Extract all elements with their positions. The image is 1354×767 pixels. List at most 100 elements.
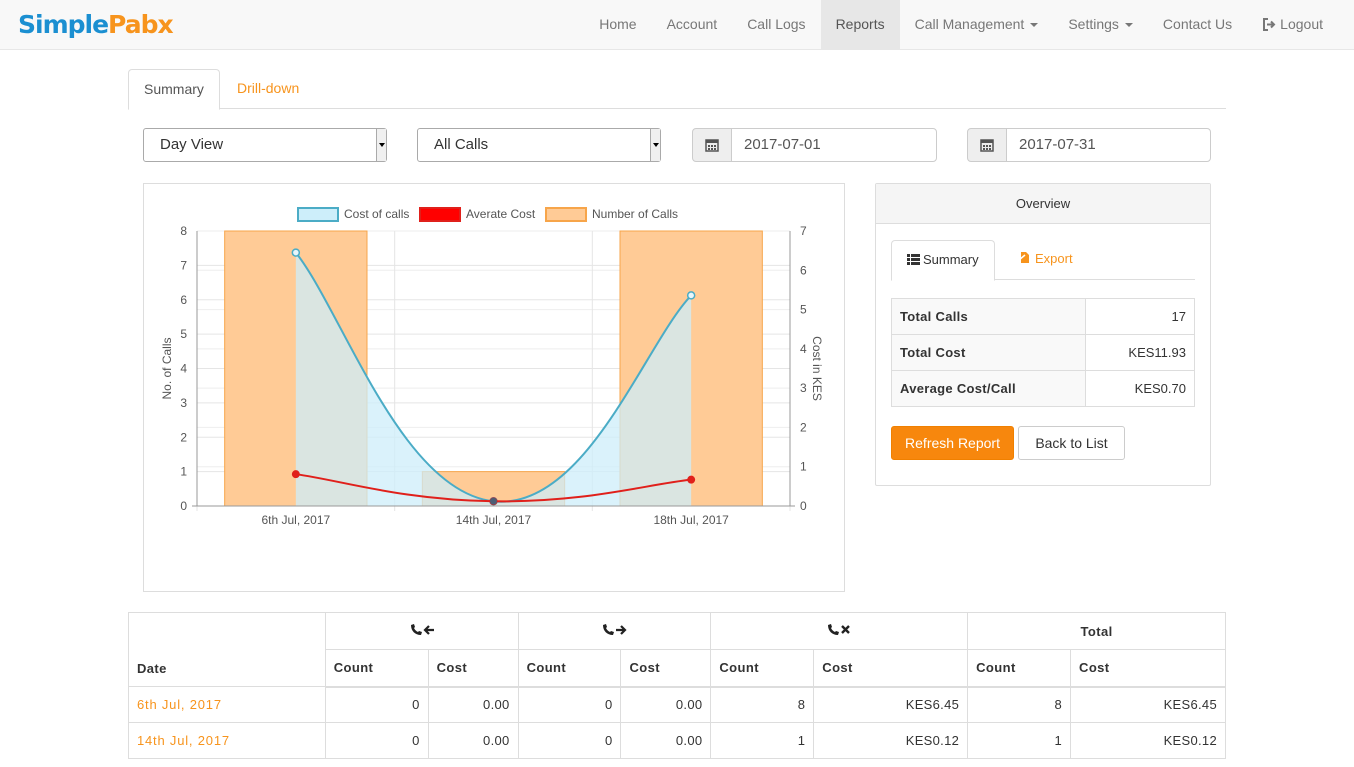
overview-panel: Overview Summary Export Total Calls 17 To… bbox=[875, 183, 1211, 486]
table-cell: 1 bbox=[967, 722, 1072, 759]
missed-call-icon bbox=[828, 623, 851, 635]
table-cell: 0.00 bbox=[620, 722, 712, 759]
tab-drilldown[interactable]: Drill-down bbox=[222, 69, 314, 109]
count-header: Count bbox=[710, 649, 815, 688]
count-header: Count bbox=[517, 649, 622, 688]
y2-axis-label: Cost in KES bbox=[810, 336, 824, 401]
date-to-picker-button[interactable] bbox=[967, 128, 1007, 162]
cost-header: Cost bbox=[620, 649, 712, 688]
table-cell: 0.00 bbox=[427, 722, 519, 759]
nav-settings[interactable]: Settings bbox=[1053, 0, 1148, 49]
legend-swatch bbox=[545, 207, 587, 222]
point-average-cost bbox=[291, 470, 300, 479]
view-select-value: Day View bbox=[160, 136, 224, 153]
total-header: Total bbox=[967, 612, 1226, 650]
tab-summary[interactable]: Summary bbox=[128, 69, 220, 110]
date-from-input[interactable]: 2017-07-01 bbox=[731, 128, 937, 162]
y-tick-label: 7 bbox=[180, 258, 187, 272]
y-tick-label: 0 bbox=[180, 499, 187, 513]
table-cell: KES0.12 bbox=[813, 722, 969, 759]
list-icon bbox=[907, 254, 920, 265]
y-axis-label: No. of Calls bbox=[160, 337, 174, 399]
cost-header: Cost bbox=[427, 649, 519, 688]
table-cell: 0 bbox=[517, 686, 622, 723]
calendar-icon bbox=[980, 139, 994, 152]
overview-row: Total Calls 17 bbox=[891, 298, 1195, 335]
table-cell: 8 bbox=[967, 686, 1072, 723]
date-from-picker-button[interactable] bbox=[692, 128, 732, 162]
overview-label: Average Cost/Call bbox=[891, 370, 1086, 407]
table-cell: 0 bbox=[517, 722, 622, 759]
date-link[interactable]: 6th Jul, 2017 bbox=[128, 686, 326, 723]
y2-tick-label: 6 bbox=[800, 263, 807, 277]
select-arrow-icon bbox=[376, 129, 386, 161]
outgoing-calls-header bbox=[517, 612, 712, 650]
brand-part-1: Simple bbox=[18, 10, 109, 39]
calendar-icon bbox=[705, 139, 719, 152]
y-tick-label: 3 bbox=[180, 396, 187, 410]
overview-row: Average Cost/Call KES0.70 bbox=[891, 370, 1195, 407]
report-table: Date Total Count Cost Count Cost Count C… bbox=[128, 612, 1226, 759]
export-icon bbox=[1018, 252, 1029, 263]
date-link[interactable]: 14th Jul, 2017 bbox=[128, 722, 326, 759]
y-tick-label: 5 bbox=[180, 327, 187, 341]
y-tick-label: 1 bbox=[180, 465, 187, 479]
legend-label: Number of Calls bbox=[592, 207, 678, 221]
x-tick-label: 14th Jul, 2017 bbox=[456, 513, 532, 527]
cost-header: Cost bbox=[813, 649, 969, 688]
table-cell: 0.00 bbox=[427, 686, 519, 723]
overview-tab-summary[interactable]: Summary bbox=[891, 240, 995, 281]
x-tick-label: 18th Jul, 2017 bbox=[653, 513, 729, 527]
table-cell: 1 bbox=[710, 722, 815, 759]
table-cell: 0 bbox=[324, 722, 429, 759]
table-cell: 0.00 bbox=[620, 686, 712, 723]
y-tick-label: 4 bbox=[180, 362, 187, 376]
point-cost-of-calls bbox=[291, 248, 301, 257]
overview-tab-export[interactable]: Export bbox=[1003, 240, 1088, 280]
chart-panel: 0 1 2 3 4 5 6 7 8 0 1 2 3 4 5 6 7 6th Jul, 2017 14th Jul, … bbox=[143, 183, 845, 592]
logout-icon bbox=[1263, 18, 1276, 31]
overview-label: Total Cost bbox=[891, 334, 1086, 371]
y2-tick-label: 7 bbox=[800, 224, 807, 238]
overview-title: Overview bbox=[876, 184, 1210, 224]
legend-label: Cost of calls bbox=[344, 207, 409, 221]
back-to-list-button[interactable]: Back to List bbox=[1018, 426, 1125, 460]
call-type-select[interactable]: All Calls bbox=[417, 128, 661, 162]
outgoing-call-icon bbox=[603, 623, 628, 635]
y2-tick-label: 3 bbox=[800, 381, 807, 395]
report-tabs: Summary Drill-down bbox=[128, 69, 1226, 110]
count-header: Count bbox=[324, 649, 429, 688]
y2-tick-label: 0 bbox=[800, 499, 807, 513]
overview-value: 17 bbox=[1085, 298, 1195, 335]
main-nav: Home Account Call Logs Reports Call Mana… bbox=[584, 0, 1338, 49]
caret-down-icon bbox=[1124, 22, 1133, 27]
select-arrow-icon bbox=[650, 129, 660, 161]
nav-call-logs[interactable]: Call Logs bbox=[732, 0, 820, 49]
overview-label: Total Calls bbox=[891, 298, 1086, 335]
nav-contact-us[interactable]: Contact Us bbox=[1148, 0, 1247, 49]
overview-table: Total Calls 17 Total Cost KES11.93 Average… bbox=[891, 298, 1195, 407]
date-header: Date bbox=[128, 612, 326, 687]
legend-label: Averate Cost bbox=[466, 207, 536, 221]
caret-down-icon bbox=[1030, 22, 1039, 27]
brand-logo[interactable]: SimplePabx bbox=[18, 10, 174, 39]
nav-account[interactable]: Account bbox=[652, 0, 733, 49]
nav-reports[interactable]: Reports bbox=[820, 0, 900, 49]
nav-home[interactable]: Home bbox=[584, 0, 651, 49]
table-row: 6th Jul, 2017 0 0.00 0 0.00 8 KES6.45 8 … bbox=[128, 686, 1226, 723]
date-to-group: 2017-07-31 bbox=[967, 128, 1212, 162]
refresh-report-button[interactable]: Refresh Report bbox=[891, 426, 1014, 460]
table-row: 14th Jul, 2017 0 0.00 0 0.00 1 KES0.12 1… bbox=[128, 722, 1226, 759]
table-cell: KES6.45 bbox=[813, 686, 969, 723]
point-cost-of-calls bbox=[686, 291, 696, 300]
date-to-input[interactable]: 2017-07-31 bbox=[1006, 128, 1211, 162]
table-cell: KES6.45 bbox=[1070, 686, 1226, 723]
legend-swatch bbox=[297, 207, 339, 222]
nav-logout[interactable]: Logout bbox=[1247, 0, 1338, 49]
view-select[interactable]: Day View bbox=[143, 128, 387, 162]
y2-tick-label: 4 bbox=[800, 342, 807, 356]
brand-part-2: Pabx bbox=[108, 10, 174, 39]
nav-call-management[interactable]: Call Management bbox=[900, 0, 1054, 49]
missed-calls-header bbox=[710, 612, 969, 650]
y-tick-label: 8 bbox=[180, 224, 187, 238]
